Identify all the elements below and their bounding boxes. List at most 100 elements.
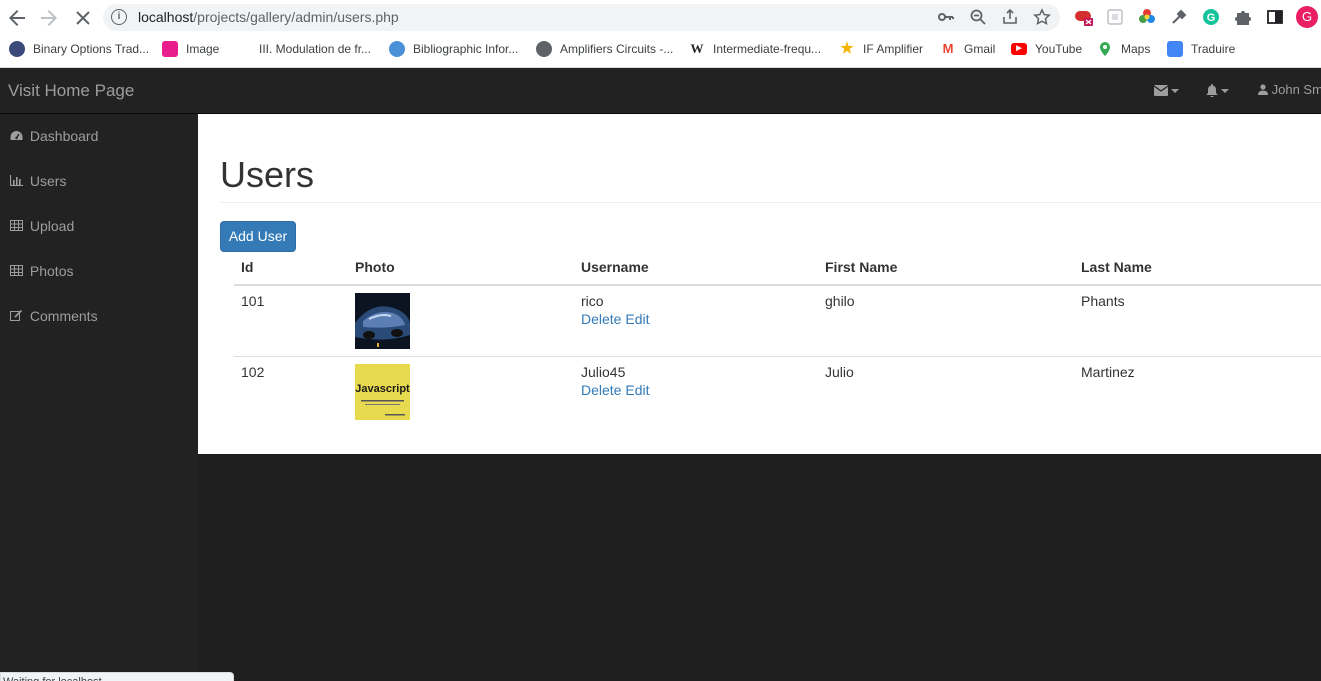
edit-link[interactable]: Edit [625,382,649,398]
table-row-divider [234,356,1321,357]
stop-loading-icon[interactable] [71,6,95,30]
sidebar-item-upload[interactable]: Upload [10,218,74,238]
gmail-favicon-icon: M [942,41,954,56]
bookmarks-bar: Binary Options Trad... Image III. Modula… [0,35,1321,63]
key-icon[interactable] [937,8,955,26]
url-text[interactable]: localhost/projects/gallery/admin/users.p… [138,9,399,25]
extension-lastpass-icon[interactable] [1074,7,1094,27]
svg-text:G: G [1207,12,1216,24]
side-panel-icon[interactable] [1265,7,1285,27]
row-actions: Delete Edit [581,382,649,398]
column-header-username: Username [581,259,649,275]
browser-toolbar: i localhost/projects/gallery/admin/users… [0,0,1321,35]
page-title: Users [220,154,315,195]
bookmark-item[interactable]: Maps [1097,40,1150,58]
star-favicon-icon: ★ [840,40,854,57]
bookmark-label: Binary Options Trad... [33,42,150,56]
bell-icon [1206,82,1218,98]
bookmark-label: III. Modulation de fr... [259,42,372,56]
cell-username: rico [581,293,604,309]
cell-username: Julio45 [581,364,626,380]
cell-id: 101 [241,293,265,309]
cell-first-name: Julio [825,364,854,380]
navbar-brand[interactable]: Visit Home Page [8,81,134,101]
caret-down-icon [1171,88,1179,93]
bookmark-label: Bibliographic Infor... [413,42,519,56]
sidebar-item-dashboard[interactable]: Dashboard [10,128,98,148]
bookmark-label: Traduire [1191,42,1236,56]
bookmark-label: Image [186,42,220,56]
sidebar-item-photos[interactable]: Photos [10,263,73,283]
sidebar: Dashboard Users Upload Photos Comments [0,114,198,681]
bookmark-label: Maps [1121,42,1151,56]
bookmark-item[interactable]: ▶ YouTube [1011,40,1082,58]
bookmark-item[interactable]: ★ IF Amplifier [839,40,923,58]
cell-first-name: ghilo [825,293,855,309]
sidebar-item-comments[interactable]: Comments [10,308,98,328]
extensions-puzzle-icon[interactable] [1233,7,1253,27]
user-dropdown[interactable]: John Sm [1258,82,1321,97]
main-content: Users Add User Id Photo Username First N… [198,114,1321,454]
sidebar-item-users[interactable]: Users [9,173,67,193]
table-header-divider [234,284,1321,286]
bookmark-item[interactable]: W Intermediate-frequ... [689,40,822,58]
sidebar-item-label: Users [29,173,67,189]
user-name: John Sm [1271,82,1321,97]
extension-color-wheel-icon[interactable] [1137,7,1157,27]
column-header-id: Id [241,259,254,275]
translate-favicon-icon [1167,41,1183,57]
extension-eyedropper-icon[interactable] [1169,7,1189,27]
bookmark-item[interactable]: Amplifiers Circuits -... [536,40,673,58]
user-photo-javascript-book[interactable]: Javascript [355,364,410,420]
bookmark-item[interactable]: Image [162,40,219,58]
delete-link[interactable]: Delete [581,311,621,327]
bookmark-label: Intermediate-frequ... [713,42,822,56]
bookmark-item[interactable]: Bibliographic Infor... [389,40,518,58]
book-cover-text: Javascript [355,383,410,395]
cell-id: 102 [241,364,265,380]
edit-link[interactable]: Edit [625,311,649,327]
image-favicon-icon [162,41,178,57]
binary-options-favicon-icon [9,41,25,57]
bookmark-label: Gmail [964,42,996,56]
sidebar-item-label: Comments [29,308,98,324]
column-header-first-name: First Name [825,259,898,275]
bookmark-item[interactable]: M Gmail [940,40,996,58]
dashboard-icon [10,130,24,144]
bookmark-star-icon[interactable] [1033,8,1051,26]
delete-link[interactable]: Delete [581,382,621,398]
zoom-icon[interactable] [969,8,987,26]
blank-favicon-icon [235,41,251,57]
envelope-icon [1153,82,1169,97]
bookmark-item[interactable]: Binary Options Trad... [9,40,149,58]
sidebar-item-label: Photos [29,263,74,279]
add-user-button[interactable]: Add User [220,221,296,252]
profile-avatar[interactable]: G [1296,6,1318,28]
edit-icon [10,309,24,324]
bookmark-label: Amplifiers Circuits -... [560,42,674,56]
extension-pocket-icon[interactable] [1105,7,1125,27]
share-icon[interactable] [1001,8,1019,26]
wikipedia-favicon-icon: W [690,41,704,56]
maps-favicon-icon [1097,41,1113,57]
extension-grammarly-icon[interactable]: G [1201,7,1221,27]
back-arrow-icon[interactable] [5,6,29,30]
address-bar[interactable]: i localhost/projects/gallery/admin/users… [103,4,1060,31]
column-header-photo: Photo [355,259,395,275]
user-photo-car[interactable] [355,293,410,349]
url-path: /projects/gallery/admin/users.php [193,9,399,25]
bookmark-item[interactable]: III. Modulation de fr... [235,40,371,58]
bookmark-item[interactable]: Traduire [1167,40,1235,58]
youtube-favicon-icon: ▶ [1011,43,1027,55]
cell-last-name: Martinez [1081,364,1135,380]
alerts-dropdown[interactable] [1206,82,1229,98]
bookmark-label: YouTube [1035,42,1083,56]
sidebar-item-label: Dashboard [29,128,99,144]
sidebar-item-label: Upload [29,218,75,234]
row-actions: Delete Edit [581,311,649,327]
site-info-icon[interactable]: i [111,9,127,25]
bar-chart-icon [9,175,24,189]
forward-arrow-icon[interactable] [37,6,61,30]
messages-dropdown[interactable] [1153,82,1179,97]
table-icon [10,220,24,234]
